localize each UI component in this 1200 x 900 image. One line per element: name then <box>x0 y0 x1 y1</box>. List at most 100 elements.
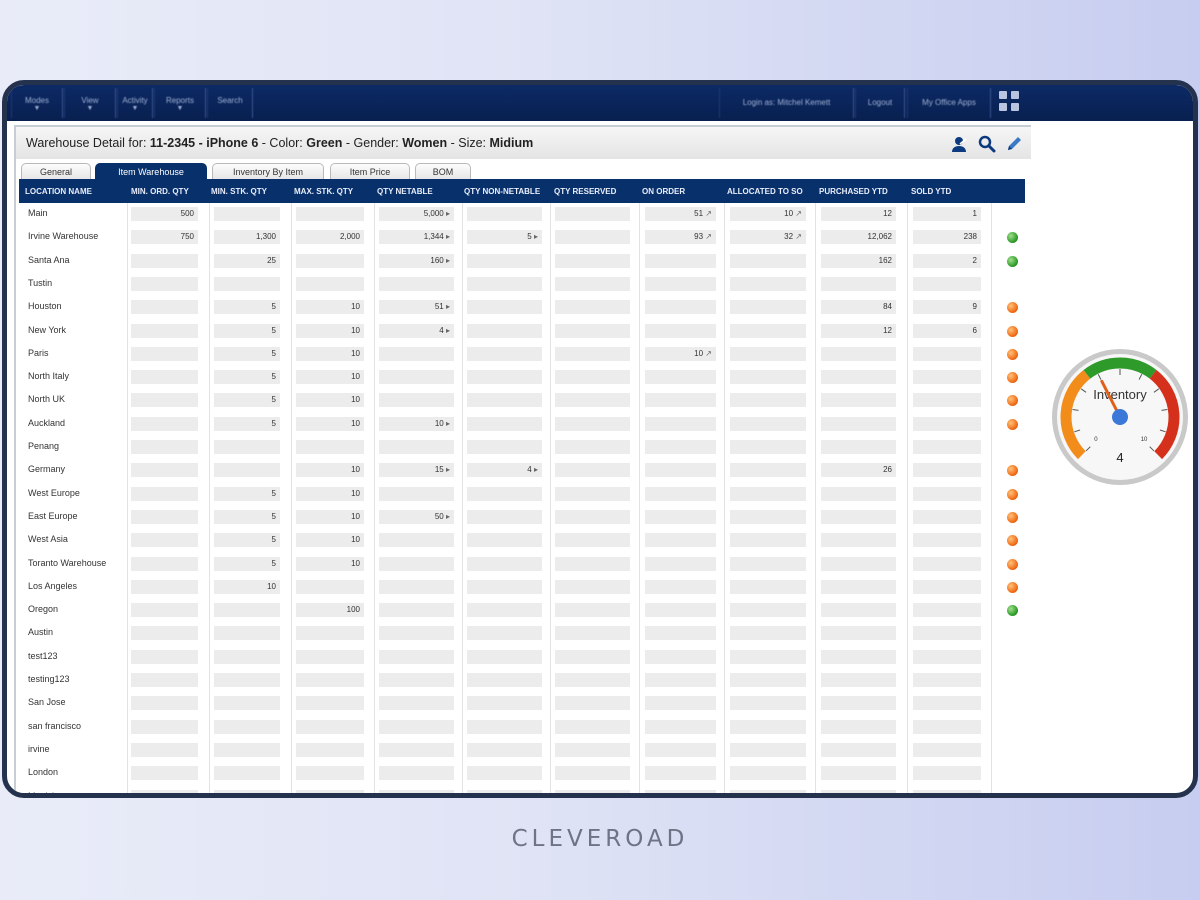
cell-allocated-to-so[interactable] <box>730 766 806 781</box>
cell-sold-ytd[interactable] <box>913 742 981 757</box>
cell-qty-netable[interactable] <box>379 766 454 781</box>
cell-min-stk-qty[interactable] <box>214 603 280 618</box>
cell-qty-non-netable[interactable] <box>467 346 542 361</box>
cell-sold-ytd[interactable]: 238 <box>913 230 981 245</box>
column-header[interactable]: QTY NETABLE <box>377 187 460 196</box>
cell-on-order[interactable] <box>645 556 716 571</box>
cell-qty-reserved[interactable] <box>555 276 630 291</box>
cell-qty-netable[interactable] <box>379 696 454 711</box>
cell-qty-reserved[interactable] <box>555 393 630 408</box>
cell-qty-non-netable[interactable]: 5 ▸ <box>467 230 542 245</box>
cell-allocated-to-so[interactable] <box>730 440 806 454</box>
cell-qty-reserved[interactable] <box>555 533 630 548</box>
cell-max-stk-qty[interactable] <box>296 276 364 291</box>
cell-allocated-to-so[interactable] <box>730 533 806 548</box>
cell-min-ord-qty[interactable] <box>131 603 198 618</box>
cell-on-order[interactable]: 51 ↗ <box>645 207 716 221</box>
cell-purchased-ytd[interactable] <box>821 370 896 385</box>
cell-purchased-ytd[interactable] <box>821 742 896 757</box>
cell-sold-ytd[interactable] <box>913 766 981 781</box>
cell-qty-non-netable[interactable] <box>467 603 542 618</box>
table-row[interactable]: North UK 5 10 <box>19 389 1025 412</box>
cell-min-stk-qty[interactable] <box>214 789 280 793</box>
cell-allocated-to-so[interactable] <box>730 626 806 641</box>
cell-allocated-to-so[interactable]: 32 ↗ <box>730 230 806 245</box>
cell-max-stk-qty[interactable] <box>296 766 364 781</box>
cell-on-order[interactable] <box>645 626 716 641</box>
cell-allocated-to-so[interactable] <box>730 416 806 431</box>
drilldown-icon[interactable]: ↗ <box>793 232 802 241</box>
cell-sold-ytd[interactable] <box>913 346 981 361</box>
cell-qty-non-netable[interactable] <box>467 649 542 664</box>
cell-qty-non-netable[interactable] <box>467 742 542 757</box>
table-row[interactable]: East Europe 5 10 50 ▸ <box>19 506 1025 529</box>
table-row[interactable]: Santa Ana 25 160 ▸ 162 2 <box>19 250 1025 273</box>
table-row[interactable]: Austin <box>19 622 1025 645</box>
cell-qty-reserved[interactable] <box>555 673 630 687</box>
cell-sold-ytd[interactable]: 9 <box>913 300 981 315</box>
drilldown-icon[interactable]: ▸ <box>444 326 450 335</box>
cell-on-order[interactable] <box>645 742 716 757</box>
cell-min-ord-qty[interactable] <box>131 416 198 431</box>
cell-qty-reserved[interactable] <box>555 207 630 221</box>
table-row[interactable]: Irvine Warehouse 750 1,300 2,000 1,344 ▸ 5 ▸ 9… <box>19 226 1025 249</box>
cell-purchased-ytd[interactable] <box>821 276 896 291</box>
cell-qty-netable[interactable] <box>379 719 454 734</box>
column-header[interactable]: PURCHASED YTD <box>819 187 907 196</box>
cell-qty-reserved[interactable] <box>555 300 630 315</box>
drilldown-icon[interactable]: ▸ <box>444 302 450 311</box>
table-row[interactable]: Tustin <box>19 273 1025 296</box>
cell-purchased-ytd[interactable] <box>821 556 896 571</box>
column-header[interactable]: QTY NON-NETABLE <box>464 187 550 196</box>
cell-qty-reserved[interactable] <box>555 766 630 781</box>
cell-allocated-to-so[interactable] <box>730 486 806 501</box>
cell-purchased-ytd[interactable]: 26 <box>821 463 896 478</box>
cell-min-ord-qty[interactable] <box>131 742 198 757</box>
cell-qty-reserved[interactable] <box>555 696 630 711</box>
cell-on-order[interactable] <box>645 533 716 548</box>
cell-sold-ytd[interactable] <box>913 393 981 408</box>
table-row[interactable]: Auckland 5 10 10 ▸ <box>19 413 1025 436</box>
cell-qty-netable[interactable] <box>379 742 454 757</box>
cell-on-order[interactable]: 93 ↗ <box>645 230 716 245</box>
table-row[interactable]: North Italy 5 10 <box>19 366 1025 389</box>
cell-purchased-ytd[interactable] <box>821 766 896 781</box>
cell-max-stk-qty[interactable]: 10 <box>296 393 364 408</box>
drilldown-icon[interactable]: ▸ <box>444 465 450 474</box>
cell-qty-reserved[interactable] <box>555 253 630 268</box>
cell-allocated-to-so[interactable] <box>730 323 806 338</box>
cell-qty-non-netable[interactable] <box>467 253 542 268</box>
cell-qty-reserved[interactable] <box>555 370 630 385</box>
cell-sold-ytd[interactable] <box>913 603 981 618</box>
cell-sold-ytd[interactable] <box>913 486 981 501</box>
column-header[interactable]: MIN. STK. QTY <box>211 187 290 196</box>
cell-qty-reserved[interactable] <box>555 416 630 431</box>
drilldown-icon[interactable]: ▸ <box>444 419 450 428</box>
cell-qty-reserved[interactable] <box>555 346 630 361</box>
cell-on-order[interactable] <box>645 276 716 291</box>
cell-min-ord-qty[interactable] <box>131 719 198 734</box>
cell-min-stk-qty[interactable]: 5 <box>214 533 280 548</box>
cell-on-order[interactable] <box>645 649 716 664</box>
table-row[interactable]: Penang <box>19 436 1025 459</box>
cell-max-stk-qty[interactable]: 10 <box>296 556 364 571</box>
cell-min-stk-qty[interactable] <box>214 766 280 781</box>
cell-qty-reserved[interactable] <box>555 603 630 618</box>
cell-qty-non-netable[interactable] <box>467 579 542 594</box>
cell-qty-netable[interactable] <box>379 370 454 385</box>
cell-min-ord-qty[interactable] <box>131 300 198 315</box>
cell-qty-netable[interactable] <box>379 626 454 641</box>
cell-qty-netable[interactable] <box>379 789 454 793</box>
cell-qty-non-netable[interactable] <box>467 416 542 431</box>
cell-on-order[interactable] <box>645 323 716 338</box>
cell-max-stk-qty[interactable]: 10 <box>296 486 364 501</box>
drilldown-icon[interactable]: ▸ <box>532 465 538 474</box>
cell-qty-netable[interactable] <box>379 276 454 291</box>
cell-qty-non-netable[interactable] <box>467 673 542 687</box>
cell-max-stk-qty[interactable]: 10 <box>296 300 364 315</box>
cell-qty-netable[interactable] <box>379 649 454 664</box>
cell-min-stk-qty[interactable] <box>214 649 280 664</box>
cell-qty-netable[interactable]: 4 ▸ <box>379 323 454 338</box>
cell-sold-ytd[interactable]: 2 <box>913 253 981 268</box>
cell-qty-non-netable[interactable] <box>467 323 542 338</box>
